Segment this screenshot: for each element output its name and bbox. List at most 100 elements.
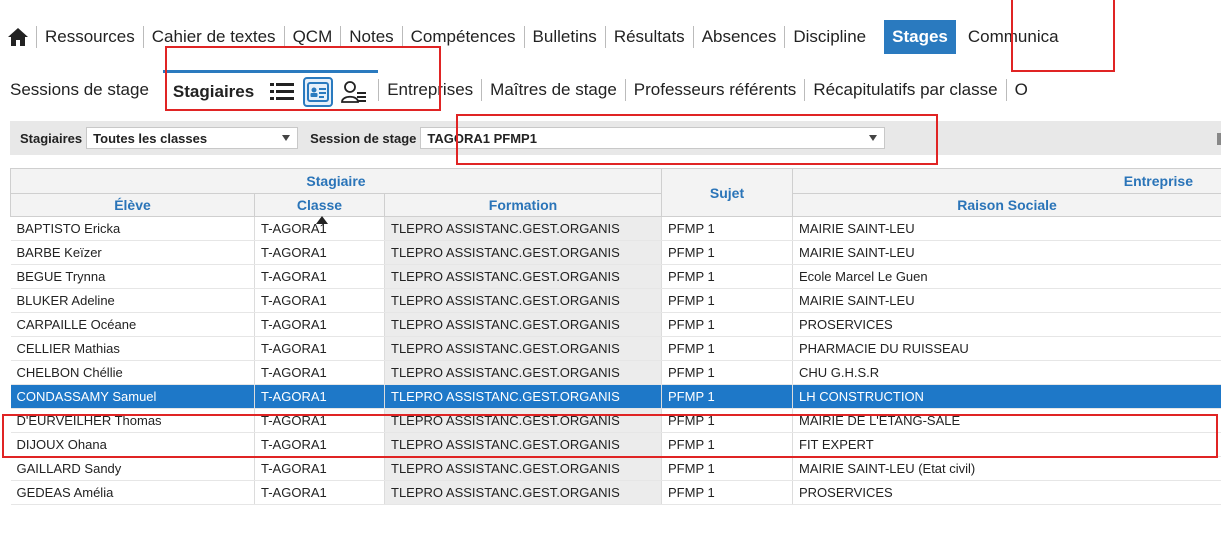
cell-sujet: PFMP 1 xyxy=(661,384,793,409)
cell-formation: TLEPRO ASSISTANC.GEST.ORGANIS xyxy=(384,336,662,361)
column-header-classe[interactable]: Classe xyxy=(254,193,385,217)
cell-eleve: GEDEAS Amélia xyxy=(10,480,255,505)
card-view-icon[interactable] xyxy=(303,76,334,107)
cell-classe: T-AGORA1 xyxy=(254,432,385,457)
cell-formation: TLEPRO ASSISTANC.GEST.ORGANIS xyxy=(384,240,662,265)
cell-raison-sociale: MAIRIE SAINT-LEU xyxy=(792,240,1221,265)
cell-eleve: GAILLARD Sandy xyxy=(10,456,255,481)
table-row[interactable]: D'EURVEILHER Thomas T-AGORA1 TLEPRO ASSIST… xyxy=(10,408,1221,433)
cell-classe: T-AGORA1 xyxy=(254,264,385,289)
column-header-raison-sociale[interactable]: Raison Sociale xyxy=(792,193,1221,217)
toolbar-handle[interactable] xyxy=(1217,133,1221,145)
cell-formation: TLEPRO ASSISTANC.GEST.ORGANIS xyxy=(384,216,662,241)
tab-other[interactable]: O xyxy=(1005,79,1036,101)
cell-formation: TLEPRO ASSISTANC.GEST.ORGANIS xyxy=(384,384,662,409)
person-list-icon[interactable] xyxy=(339,77,369,107)
menu-bulletins[interactable]: Bulletins xyxy=(523,26,605,48)
cell-formation: TLEPRO ASSISTANC.GEST.ORGANIS xyxy=(384,360,662,385)
menu-ressources[interactable]: Ressources xyxy=(36,26,143,48)
table-row[interactable]: BARBE Keïzer T-AGORA1 TLEPRO ASSISTANC.GES… xyxy=(10,240,1221,265)
cell-eleve: CHELBON Chéllie xyxy=(10,360,255,385)
cell-raison-sociale: MAIRIE SAINT-LEU xyxy=(792,216,1221,241)
cell-raison-sociale: MAIRIE DE L'ETANG-SALE xyxy=(792,408,1221,433)
tab-stagiaires-label: Stagiaires xyxy=(172,81,255,101)
cell-eleve: CONDASSAMY Samuel xyxy=(10,384,255,409)
table-row[interactable]: GEDEAS Amélia T-AGORA1 TLEPRO ASSISTANC.GE… xyxy=(10,480,1221,505)
cell-eleve: BEGUE Trynna xyxy=(10,264,255,289)
cell-eleve: CELLIER Mathias xyxy=(10,336,255,361)
table-row[interactable]: CELLIER Mathias T-AGORA1 TLEPRO ASSISTANC.… xyxy=(10,336,1221,361)
cell-formation: TLEPRO ASSISTANC.GEST.ORGANIS xyxy=(384,264,662,289)
menu-notes[interactable]: Notes xyxy=(340,26,401,48)
cell-sujet: PFMP 1 xyxy=(661,456,793,481)
cell-classe: T-AGORA1 xyxy=(254,384,385,409)
cell-raison-sociale: CHU G.H.S.R xyxy=(792,360,1221,385)
filter-bar: Stagiaires Toutes les classes Session de… xyxy=(10,121,1221,155)
cell-eleve: DIJOUX Ohana xyxy=(10,432,255,457)
cell-formation: TLEPRO ASSISTANC.GEST.ORGANIS xyxy=(384,408,662,433)
cell-sujet: PFMP 1 xyxy=(661,360,793,385)
chevron-down-icon xyxy=(869,135,878,141)
cell-classe: T-AGORA1 xyxy=(254,408,385,433)
cell-eleve: CARPAILLE Océane xyxy=(10,312,255,337)
column-header-sujet[interactable]: Sujet xyxy=(661,168,793,217)
menu-discipline[interactable]: Discipline xyxy=(784,26,874,48)
menu-absences[interactable]: Absences xyxy=(692,26,785,48)
table-row[interactable]: CHELBON Chéllie T-AGORA1 TLEPRO ASSISTANC.… xyxy=(10,360,1221,385)
tab-stagiaires[interactable]: Stagiaires xyxy=(162,70,379,110)
session-filter-label: Session de stage xyxy=(310,130,417,146)
cell-eleve: BLUKER Adeline xyxy=(10,288,255,313)
tab-sessions-de-stage[interactable]: Sessions de stage xyxy=(0,79,157,101)
cell-classe: T-AGORA1 xyxy=(254,288,385,313)
table-row[interactable]: CONDASSAMY Samuel T-AGORA1 TLEPRO ASSISTAN… xyxy=(10,384,1221,409)
stagiaires-filter-label: Stagiaires xyxy=(20,130,83,146)
cell-formation: TLEPRO ASSISTANC.GEST.ORGANIS xyxy=(384,312,662,337)
stagiaires-grid: Stagiaire Sujet Entreprise Élève Classe … xyxy=(10,168,1221,552)
tab-maitres-de-stage[interactable]: Maîtres de stage xyxy=(481,79,625,101)
cell-sujet: PFMP 1 xyxy=(661,240,793,265)
cell-sujet: PFMP 1 xyxy=(661,312,793,337)
menu-communication[interactable]: Communica xyxy=(960,26,1067,48)
cell-classe: T-AGORA1 xyxy=(254,480,385,505)
group-header-stagiaire: Stagiaire xyxy=(10,168,662,194)
cell-classe: T-AGORA1 xyxy=(254,336,385,361)
cell-formation: TLEPRO ASSISTANC.GEST.ORGANIS xyxy=(384,288,662,313)
cell-classe: T-AGORA1 xyxy=(254,456,385,481)
tab-entreprises[interactable]: Entreprises xyxy=(378,79,481,101)
stagiaires-table: Stagiaire Sujet Entreprise Élève Classe … xyxy=(10,168,1221,505)
table-row[interactable]: CARPAILLE Océane T-AGORA1 TLEPRO ASSISTANC… xyxy=(10,312,1221,337)
menu-stages[interactable]: Stages xyxy=(884,20,956,54)
column-header-eleve[interactable]: Élève xyxy=(10,193,255,217)
cell-raison-sociale: MAIRIE SAINT-LEU xyxy=(792,288,1221,313)
chevron-down-icon xyxy=(282,135,291,141)
table-row[interactable]: BLUKER Adeline T-AGORA1 TLEPRO ASSISTANC.G… xyxy=(10,288,1221,313)
tab-recapitulatifs-par-classe[interactable]: Récapitulatifs par classe xyxy=(804,79,1005,101)
menu-qcm[interactable]: QCM xyxy=(283,26,341,48)
cell-raison-sociale: MAIRIE SAINT-LEU (Etat civil) xyxy=(792,456,1221,481)
session-select[interactable]: TAGORA1 PFMP1 xyxy=(420,127,886,149)
cell-sujet: PFMP 1 xyxy=(661,216,793,241)
menu-competences[interactable]: Compétences xyxy=(401,26,524,48)
cell-sujet: PFMP 1 xyxy=(661,408,793,433)
cell-sujet: PFMP 1 xyxy=(661,264,793,289)
table-row[interactable]: GAILLARD Sandy T-AGORA1 TLEPRO ASSISTANC.G… xyxy=(10,456,1221,481)
cell-classe: T-AGORA1 xyxy=(254,312,385,337)
home-icon[interactable] xyxy=(0,18,36,56)
group-header-entreprise: Entreprise xyxy=(792,168,1221,194)
list-view-icon[interactable] xyxy=(267,77,297,107)
menu-cahier-de-textes[interactable]: Cahier de textes xyxy=(142,26,284,48)
column-header-formation[interactable]: Formation xyxy=(384,193,662,217)
classes-select[interactable]: Toutes les classes xyxy=(86,127,299,149)
table-row[interactable]: BEGUE Trynna T-AGORA1 TLEPRO ASSISTANC.GES… xyxy=(10,264,1221,289)
sort-ascending-icon xyxy=(316,216,328,224)
cell-sujet: PFMP 1 xyxy=(661,480,793,505)
cell-raison-sociale: PHARMACIE DU RUISSEAU xyxy=(792,336,1221,361)
cell-sujet: PFMP 1 xyxy=(661,432,793,457)
cell-sujet: PFMP 1 xyxy=(661,336,793,361)
table-row[interactable]: BAPTISTO Ericka T-AGORA1 TLEPRO ASSISTANC.… xyxy=(10,216,1221,241)
table-row[interactable]: DIJOUX Ohana T-AGORA1 TLEPRO ASSISTANC.GES… xyxy=(10,432,1221,457)
menu-resultats[interactable]: Résultats xyxy=(604,26,693,48)
cell-classe: T-AGORA1 xyxy=(254,240,385,265)
tab-professeurs-referents[interactable]: Professeurs référents xyxy=(624,79,805,101)
cell-eleve: D'EURVEILHER Thomas xyxy=(10,408,255,433)
